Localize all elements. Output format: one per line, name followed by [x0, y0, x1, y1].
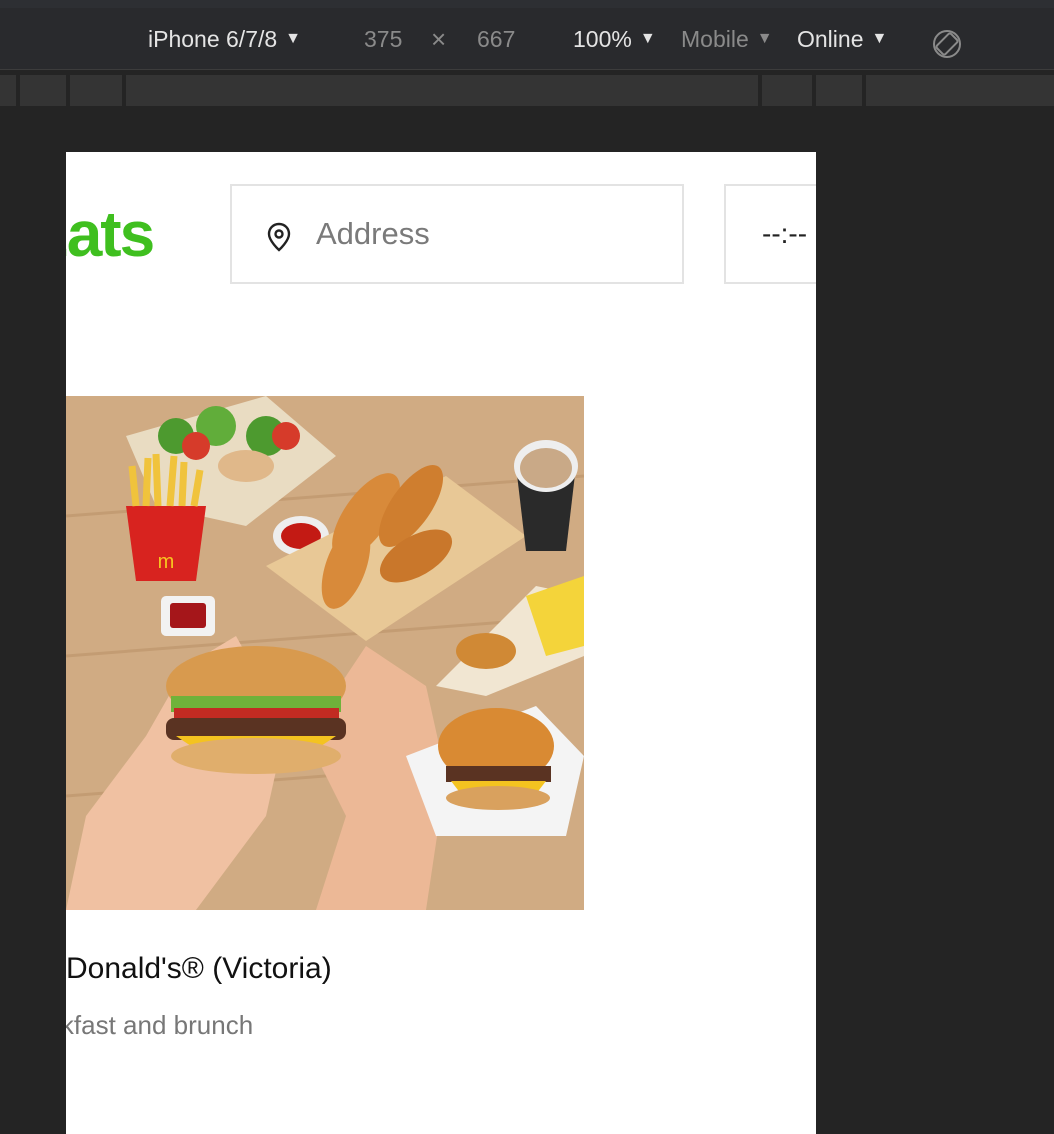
mode-label: Mobile: [681, 25, 749, 52]
media-query-bar: [0, 71, 1054, 108]
location-pin-icon: [267, 222, 291, 252]
network-caret-icon: ▼: [871, 30, 888, 47]
network-label: Online: [797, 25, 864, 52]
store-category: Breakfast and brunch: [66, 1010, 254, 1040]
network-select[interactable]: Online ▼: [797, 8, 887, 70]
zoom-label: 100%: [573, 25, 632, 52]
page-viewport: Eats Address --:-- m: [66, 152, 816, 1134]
zoom-caret-icon: ▼: [639, 30, 656, 47]
width-input[interactable]: 375: [364, 8, 402, 70]
address-placeholder: Address: [316, 216, 430, 251]
height-input[interactable]: 667: [477, 8, 515, 70]
media-query-segment[interactable]: [126, 75, 758, 106]
devtools-top-strip: [0, 0, 1054, 8]
store-title[interactable]: McDonald's® (Victoria): [66, 952, 332, 986]
media-query-segment[interactable]: [20, 75, 66, 106]
svg-text:m: m: [158, 551, 175, 573]
media-query-segment[interactable]: [0, 75, 16, 106]
mode-caret-icon: ▼: [756, 30, 773, 47]
uber-eats-logo[interactable]: Eats: [66, 198, 155, 270]
media-query-segment[interactable]: [816, 75, 862, 106]
delivery-time-value: --:--: [762, 218, 808, 249]
media-query-segment[interactable]: [762, 75, 812, 106]
delivery-time-select[interactable]: --:--: [724, 184, 816, 284]
dimension-times-icon: ×: [431, 23, 447, 54]
device-toolbar: iPhone 6/7/8 ▼ 375 × 667 100% ▼ Mobile ▼…: [0, 8, 1054, 70]
mode-select[interactable]: Mobile ▼: [681, 8, 773, 70]
media-query-segment[interactable]: [70, 75, 122, 106]
address-input[interactable]: Address: [230, 184, 684, 284]
zoom-select[interactable]: 100% ▼: [573, 8, 656, 70]
device-label: iPhone 6/7/8: [148, 25, 278, 52]
store-hero-image[interactable]: m: [66, 396, 584, 910]
device-select[interactable]: iPhone 6/7/8 ▼: [148, 8, 301, 70]
media-query-segment[interactable]: [866, 75, 1054, 106]
device-caret-icon: ▼: [285, 30, 302, 47]
rotate-icon[interactable]: [931, 28, 963, 60]
